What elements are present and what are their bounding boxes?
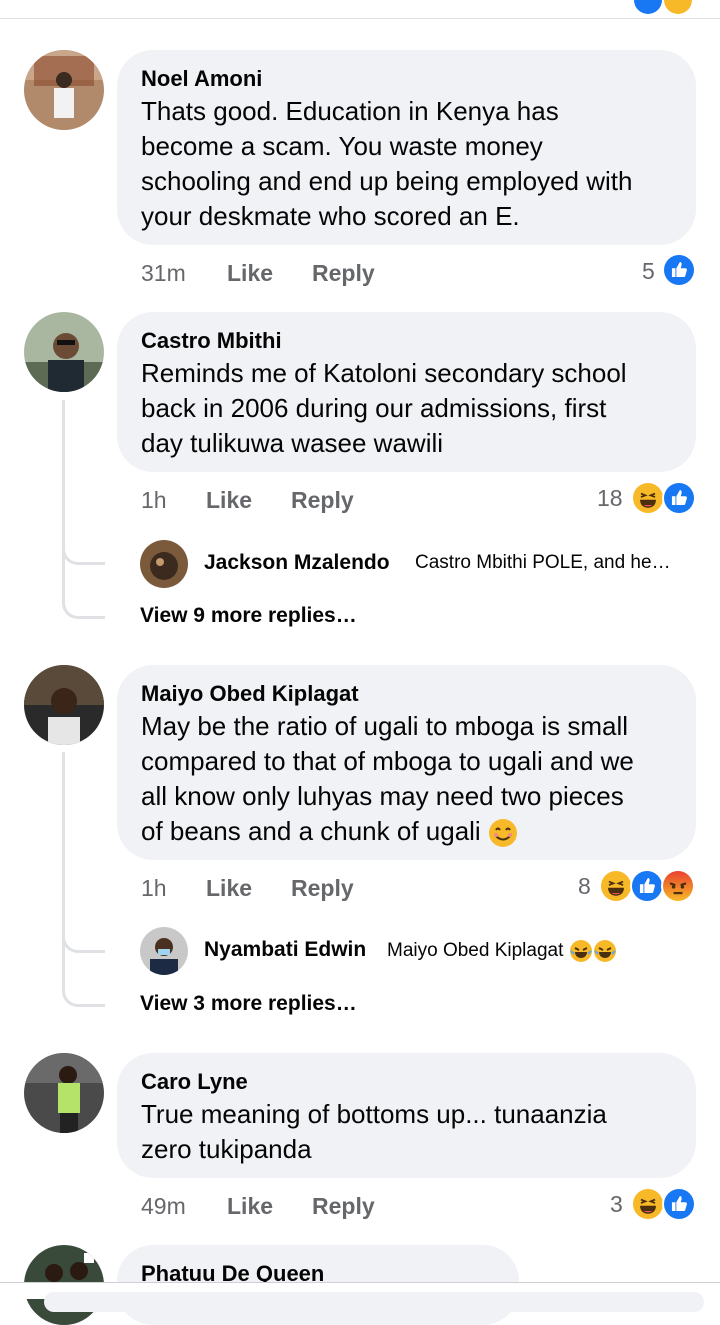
like-icon: [662, 481, 696, 515]
reply-author[interactable]: Nyambati Edwin: [204, 938, 366, 962]
comment-author[interactable]: Noel Amoni: [141, 66, 262, 92]
view-more-replies[interactable]: View 9 more replies…: [140, 604, 357, 628]
like-button[interactable]: Like: [206, 487, 252, 514]
reply-text: Castro Mbithi POLE, and he…: [415, 552, 671, 573]
like-icon: [662, 1187, 696, 1221]
reaction-icons[interactable]: [631, 481, 696, 515]
comment-timestamp: 31m: [141, 260, 186, 286]
comment-text: Reminds me of Katoloni secondary school …: [141, 358, 627, 458]
avatar[interactable]: [140, 927, 188, 975]
thread-connector: [62, 560, 105, 619]
avatar[interactable]: [140, 540, 188, 588]
reaction-count[interactable]: 8: [578, 873, 591, 900]
reaction-count[interactable]: 3: [610, 1191, 623, 1218]
haha-icon: [664, 0, 692, 14]
reaction-count[interactable]: 5: [642, 258, 655, 285]
rofl-emoji-icon: [593, 939, 617, 963]
view-more-replies[interactable]: View 3 more replies…: [140, 992, 357, 1016]
previous-comment-strip: [0, 0, 720, 19]
like-button[interactable]: Like: [206, 875, 252, 902]
comment-text: True meaning of bottoms up... tunaanzia …: [141, 1099, 607, 1164]
avatar[interactable]: [24, 1053, 104, 1133]
haha-icon: [631, 481, 665, 515]
like-icon: [634, 0, 662, 14]
like-button[interactable]: Like: [227, 260, 273, 287]
like-icon: [630, 869, 664, 903]
angry-icon: [661, 869, 695, 903]
comment-text: May be the ratio of ugali to mboga is sm…: [141, 709, 634, 849]
avatar[interactable]: [24, 50, 104, 130]
reaction-icons[interactable]: [599, 869, 695, 903]
avatar[interactable]: [24, 312, 104, 392]
comment-author[interactable]: Caro Lyne: [141, 1069, 248, 1095]
thread-connector: [62, 948, 105, 1007]
reply-button[interactable]: Reply: [312, 260, 375, 287]
reaction-count[interactable]: 18: [597, 485, 623, 512]
rofl-emoji-icon: [569, 939, 593, 963]
comment-input-edge[interactable]: [44, 1292, 704, 1312]
reply-button[interactable]: Reply: [291, 875, 354, 902]
avatar[interactable]: [24, 665, 104, 745]
comment-author[interactable]: Castro Mbithi: [141, 328, 282, 354]
haha-icon: [599, 869, 633, 903]
like-icon: [662, 253, 696, 287]
reply-author[interactable]: Jackson Mzalendo: [204, 551, 390, 575]
reaction-icons[interactable]: [631, 1187, 696, 1221]
reaction-icons[interactable]: [662, 253, 696, 287]
reply-button[interactable]: Reply: [312, 1193, 375, 1220]
reply-text: Maiyo Obed Kiplagat: [387, 939, 617, 963]
like-button[interactable]: Like: [227, 1193, 273, 1220]
comment-timestamp: 49m: [141, 1193, 186, 1219]
reply-button[interactable]: Reply: [291, 487, 354, 514]
smiling-emoji-icon: [488, 818, 518, 848]
comment-text: Thats good. Education in Kenya has becom…: [141, 96, 633, 231]
comment-timestamp: 1h: [141, 487, 167, 513]
haha-icon: [631, 1187, 665, 1221]
comment-timestamp: 1h: [141, 875, 167, 901]
comment-author[interactable]: Maiyo Obed Kiplagat: [141, 681, 359, 707]
